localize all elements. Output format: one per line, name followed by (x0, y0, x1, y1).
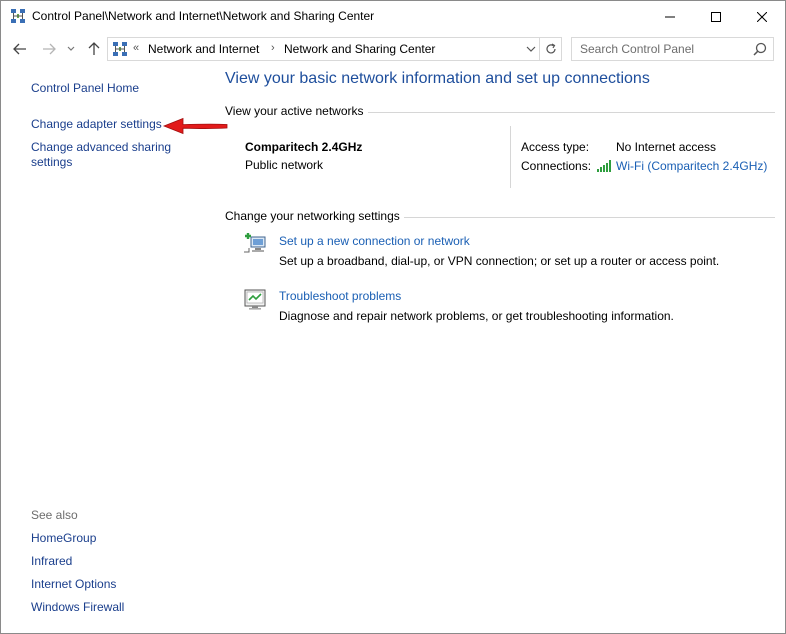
control-panel-home-link[interactable]: Control Panel Home (31, 81, 139, 95)
title-bar: Control Panel\Network and Internet\Netwo… (1, 1, 785, 32)
breadcrumb-overflow[interactable]: « (133, 42, 139, 54)
breadcrumb-network-sharing-center[interactable]: Network and Sharing Center (284, 42, 435, 56)
network-name: Comparitech 2.4GHz (245, 140, 363, 154)
see-also-label: See also (31, 508, 78, 522)
breadcrumb-separator[interactable]: › (271, 42, 275, 54)
network-sharing-icon (113, 42, 127, 56)
up-button[interactable] (84, 39, 104, 59)
forward-button[interactable] (39, 39, 59, 59)
window-title: Control Panel\Network and Internet\Netwo… (32, 9, 375, 23)
wifi-signal-icon (597, 160, 611, 172)
navigation-bar: « Network and Internet › Network and Sha… (1, 33, 785, 65)
setup-new-connection-link[interactable]: Set up a new connection or network (279, 234, 470, 248)
network-divider (510, 126, 511, 188)
windows-firewall-link[interactable]: Windows Firewall (31, 600, 124, 614)
search-icon[interactable] (753, 42, 767, 56)
access-type-label: Access type: (521, 140, 590, 154)
infrared-link[interactable]: Infrared (31, 554, 72, 568)
red-arrow-annotation-icon (162, 117, 228, 135)
change-adapter-settings-link[interactable]: Change adapter settings (31, 117, 162, 131)
setup-new-connection-description: Set up a broadband, dial-up, or VPN conn… (279, 254, 720, 268)
maximize-button[interactable] (693, 1, 739, 32)
new-connection-icon (244, 233, 266, 253)
forward-arrow-icon (43, 43, 56, 55)
connections-label: Connections: (521, 159, 592, 173)
chevron-down-icon (526, 46, 536, 52)
network-sharing-icon (11, 9, 25, 23)
active-networks-title: View your active networks (225, 104, 368, 118)
address-bar[interactable]: « Network and Internet › Network and Sha… (107, 37, 562, 61)
troubleshoot-problems-link[interactable]: Troubleshoot problems (279, 289, 401, 303)
page-title: View your basic network information and … (225, 70, 650, 87)
internet-options-link[interactable]: Internet Options (31, 577, 116, 591)
close-button[interactable] (739, 1, 785, 32)
maximize-icon (711, 11, 721, 22)
change-advanced-sharing-settings-link[interactable]: Change advanced sharing settings (31, 140, 191, 170)
change-settings-title: Change your networking settings (225, 209, 404, 223)
search-input[interactable] (572, 38, 747, 60)
recent-locations-button[interactable] (64, 39, 78, 59)
back-arrow-icon (13, 43, 26, 55)
up-arrow-icon (88, 42, 100, 55)
control-panel-window: Control Panel\Network and Internet\Netwo… (0, 0, 786, 634)
breadcrumb-network-and-internet[interactable]: Network and Internet (148, 42, 259, 56)
troubleshoot-problems-description: Diagnose and repair network problems, or… (279, 309, 674, 323)
access-type-value: No Internet access (616, 140, 717, 154)
refresh-icon (545, 43, 556, 54)
search-box[interactable] (571, 37, 774, 61)
wifi-connection-link[interactable]: Wi-Fi (Comparitech 2.4GHz) (616, 159, 767, 173)
homegroup-link[interactable]: HomeGroup (31, 531, 96, 545)
network-category-link[interactable]: Public network (245, 158, 323, 172)
back-button[interactable] (10, 39, 30, 59)
troubleshoot-icon (244, 289, 266, 310)
recent-dropdown-icon (67, 46, 75, 51)
refresh-button[interactable] (539, 38, 561, 60)
left-pane: Control Panel Home Change adapter settin… (1, 65, 228, 633)
close-icon (757, 11, 767, 22)
main-content: View your basic network information and … (225, 65, 781, 633)
address-dropdown-button[interactable] (523, 41, 539, 57)
minimize-icon (665, 16, 675, 17)
minimize-button[interactable] (647, 1, 693, 32)
